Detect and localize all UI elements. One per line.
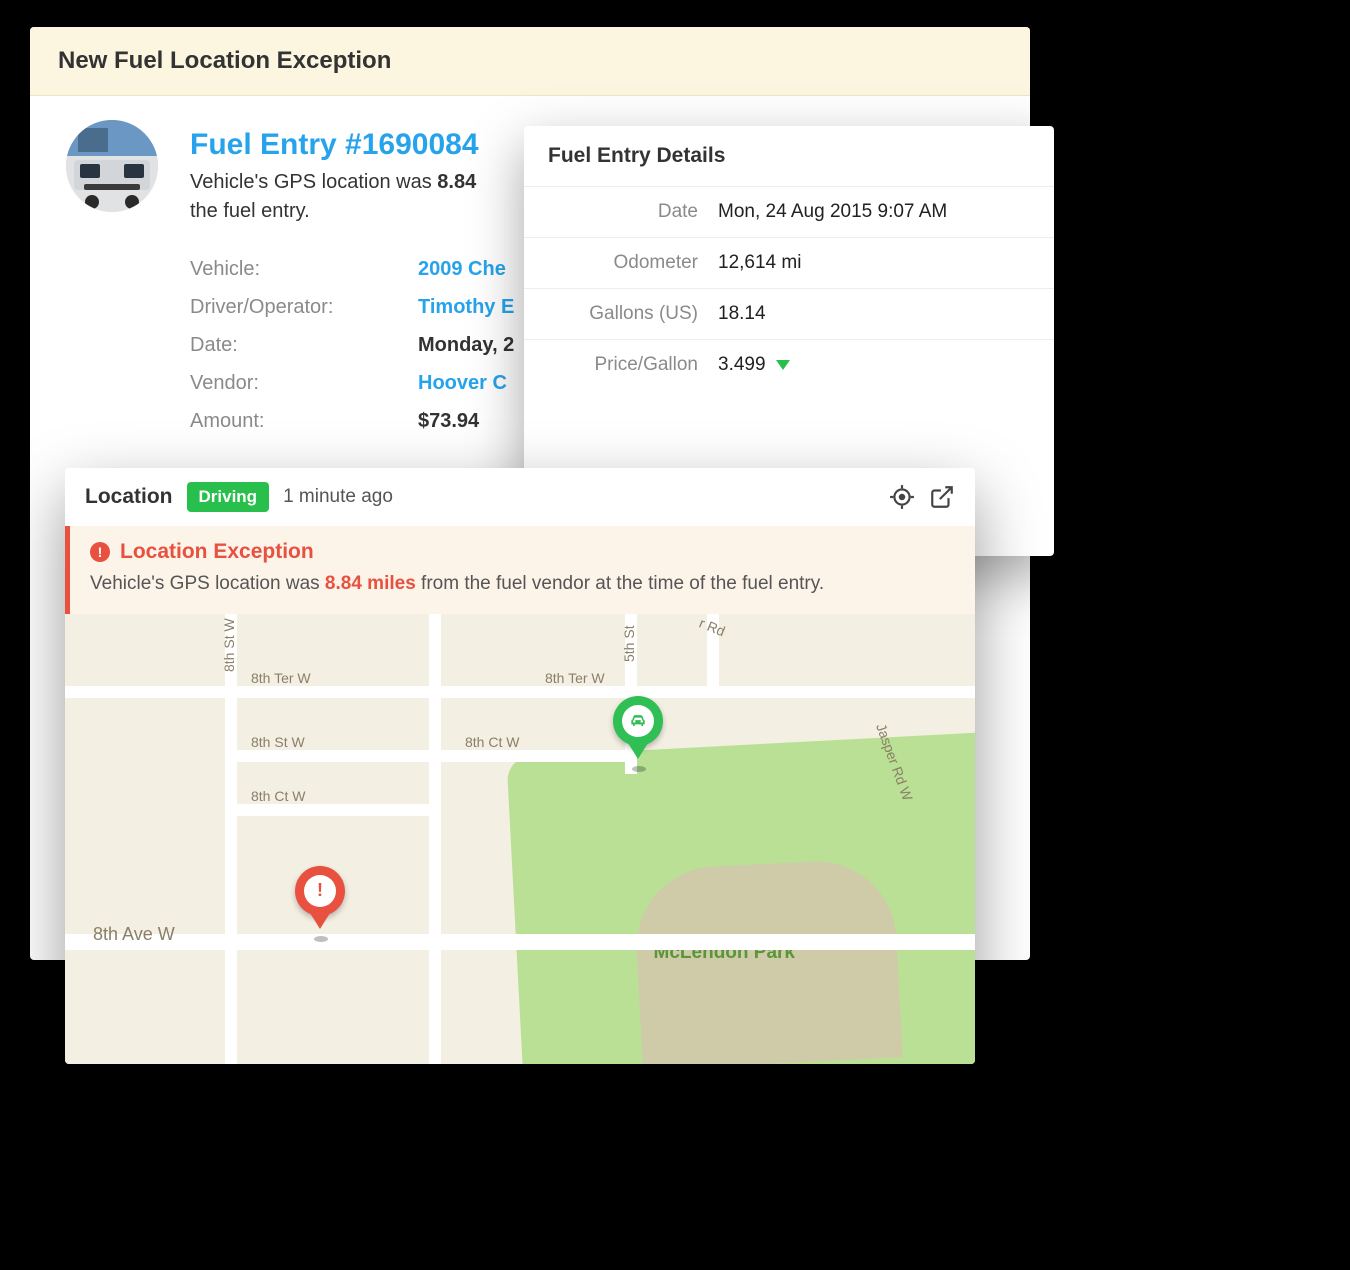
date-value: Monday, 2 [418,326,514,364]
road-label: 8th St W [251,734,305,750]
road-horizontal [225,804,435,816]
alert-icon: ! [90,542,110,562]
exception-title: New Fuel Location Exception [58,47,1002,75]
detail-date-label: Date [548,201,718,223]
location-card: Location Driving 1 minute ago ! Location… [65,468,975,1064]
detail-odometer-label: Odometer [548,252,718,274]
road-label: 8th Ct W [251,788,305,804]
amount-value: $73.94 [418,402,479,440]
status-badge-driving: Driving [187,482,270,512]
vehicle-avatar [66,120,158,212]
detail-odometer-value: 12,614 mi [718,252,801,274]
location-updated-time: 1 minute ago [283,486,393,508]
road-horizontal [225,750,635,762]
recenter-icon[interactable] [889,484,915,510]
road-vertical [225,614,237,1064]
exception-banner-title: Location Exception [120,540,314,564]
location-header: Location Driving 1 minute ago [65,468,975,526]
desc-suffix: the fuel entry. [190,200,310,222]
detail-price-value: 3.499 [718,354,790,376]
driver-label: Driver/Operator: [190,288,418,326]
detail-row-date: Date Mon, 24 Aug 2015 9:07 AM [524,187,1054,238]
detail-gallons-label: Gallons (US) [548,303,718,325]
vehicle-label: Vehicle: [190,250,418,288]
road-vertical [429,614,441,1064]
road-horizontal [65,934,975,950]
location-title: Location [85,485,173,509]
vendor-marker[interactable]: ! [295,866,347,918]
date-label: Date: [190,326,418,364]
exc-prefix: Vehicle's GPS location was [90,573,325,594]
exc-suffix: from the fuel vendor at the time of the … [416,573,824,594]
road-horizontal [65,686,975,698]
detail-row-odometer: Odometer 12,614 mi [524,238,1054,289]
detail-gallons-value: 18.14 [718,303,766,325]
road-label: 8th St W [221,618,237,672]
road-label: 8th Ct W [465,734,519,750]
road-label: r Rd [697,614,728,639]
exc-distance: 8.84 miles [325,573,416,594]
road-label: 8th Ter W [251,670,311,686]
detail-date-value: Mon, 24 Aug 2015 9:07 AM [718,201,947,223]
details-title: Fuel Entry Details [524,126,1054,187]
exception-title-row: ! Location Exception [90,540,955,564]
vendor-label: Vendor: [190,364,418,402]
vendor-link[interactable]: Hoover C [418,364,507,402]
road-label: 8th Ave W [93,924,175,945]
open-external-icon[interactable] [929,484,955,510]
location-exception-banner: ! Location Exception Vehicle's GPS locat… [65,526,975,614]
vehicle-marker[interactable] [613,696,665,748]
detail-price-label: Price/Gallon [548,354,718,376]
vehicle-link[interactable]: 2009 Che [418,250,506,288]
desc-distance: 8.84 [437,171,476,193]
detail-row-gallons: Gallons (US) 18.14 [524,289,1054,340]
driver-link[interactable]: Timothy E [418,288,514,326]
road-label: 8th Ter W [545,670,605,686]
road-label: 5th St [621,625,637,662]
price-down-icon [776,360,790,370]
exception-header: New Fuel Location Exception [30,27,1030,96]
amount-label: Amount: [190,402,418,440]
price-number: 3.499 [718,354,766,376]
map[interactable]: McLendon Park 8th St W 8th Ter W 8th Ter… [65,614,975,1064]
desc-prefix: Vehicle's GPS location was [190,171,437,193]
exception-banner-text: Vehicle's GPS location was 8.84 miles fr… [90,570,955,598]
